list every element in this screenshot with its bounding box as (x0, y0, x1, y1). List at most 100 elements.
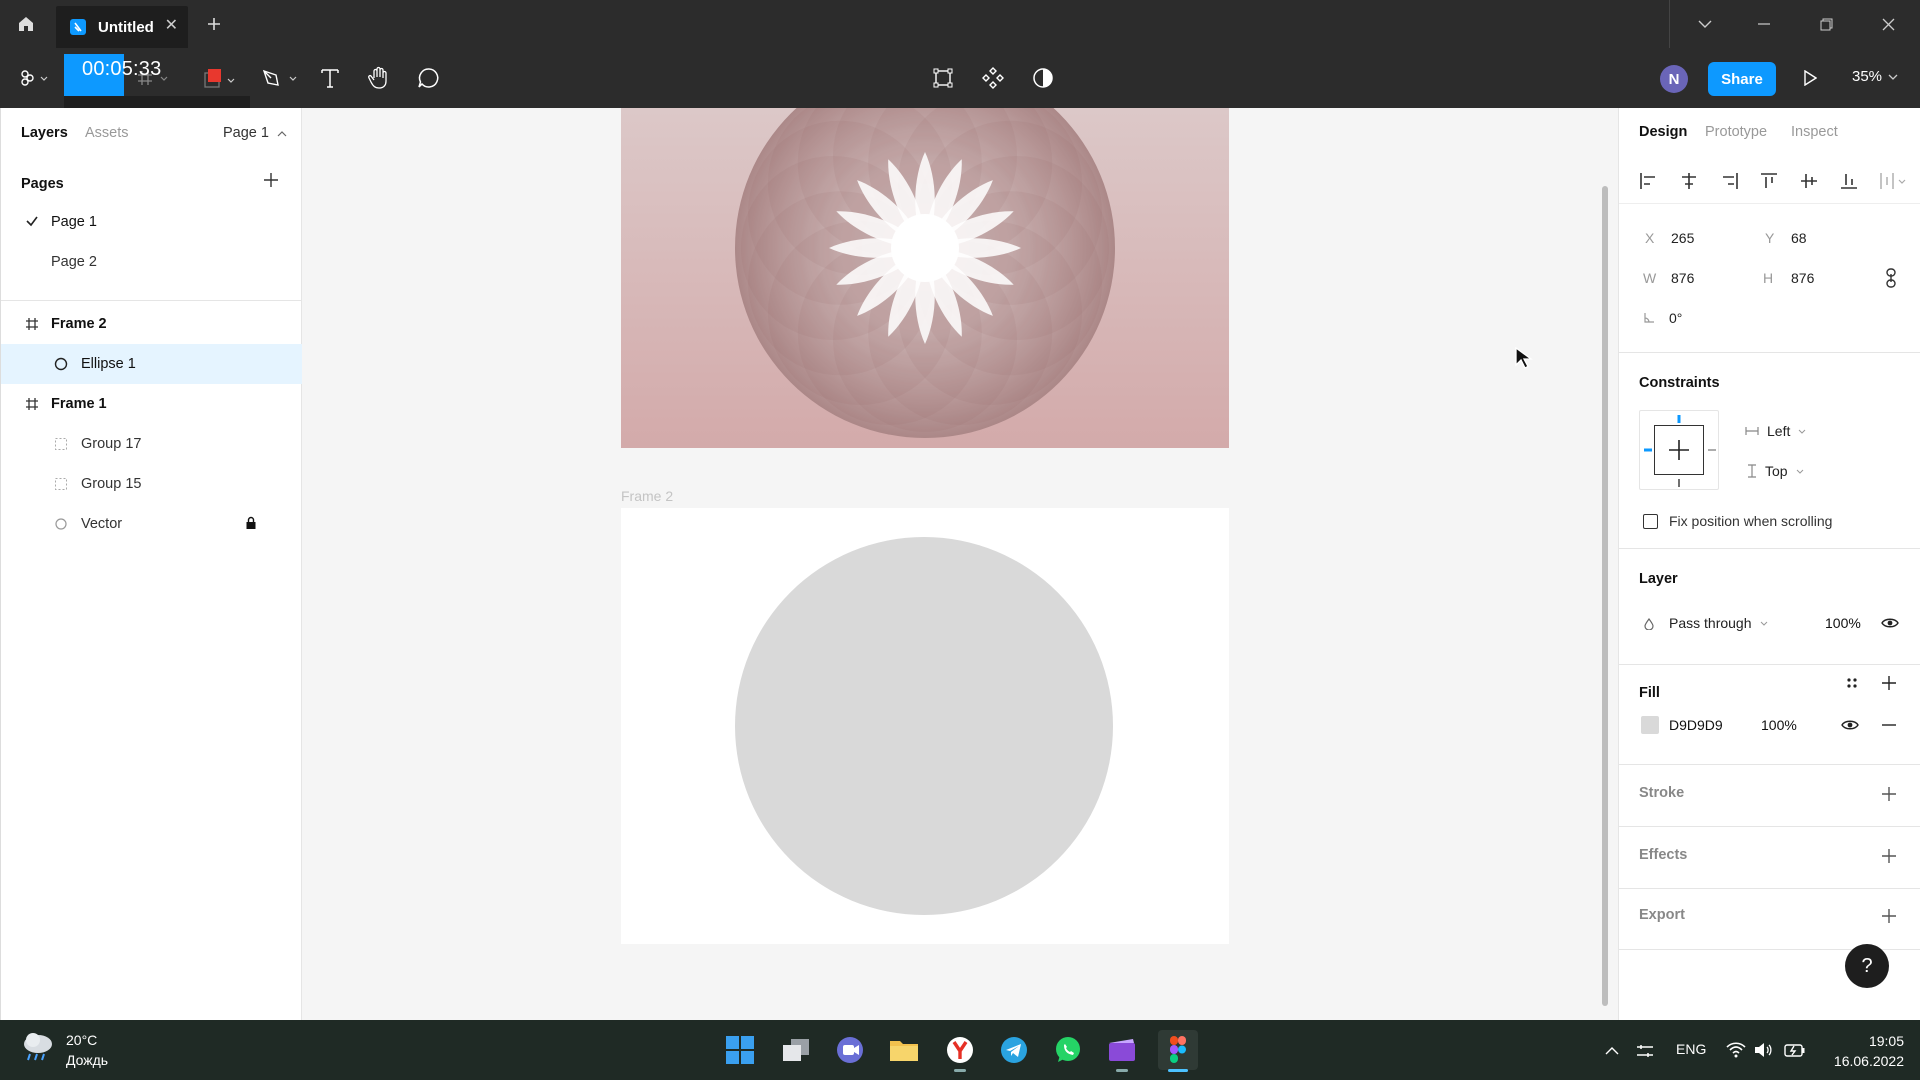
system-clock[interactable]: 19:05 16.06.2022 (1824, 1031, 1904, 1071)
design-panel: Design Prototype Inspect X 265 Y 68 W 876 H… (1618, 108, 1920, 1020)
hand-tool-icon[interactable] (364, 62, 394, 94)
add-export-icon[interactable] (1881, 908, 1897, 924)
blend-mode-icon (1644, 618, 1654, 630)
minimize-icon[interactable] (1733, 0, 1795, 48)
style-grid-icon[interactable] (1845, 676, 1859, 690)
horizontal-constraint-value: Left (1767, 423, 1791, 439)
whatsapp-icon[interactable] (1048, 1030, 1088, 1070)
wifi-icon[interactable] (1726, 1042, 1746, 1058)
divider (1, 300, 303, 301)
figma-app-icon[interactable] (1158, 1030, 1198, 1072)
tab-prototype[interactable]: Prototype (1705, 124, 1767, 140)
horizontal-constraint-select[interactable]: Left (1745, 423, 1806, 439)
layer-row-ellipse-1[interactable]: Ellipse 1 (1, 344, 302, 384)
layer-row-vector[interactable]: Vector (1, 504, 302, 544)
vertical-constraint-value: Top (1765, 463, 1788, 479)
layer-opacity[interactable]: 100% (1825, 615, 1861, 631)
comment-tool-icon[interactable] (414, 62, 444, 94)
w-label: W (1643, 270, 1657, 286)
canvas[interactable]: Frame 2 (302, 108, 1618, 1020)
language-indicator[interactable]: ENG (1676, 1041, 1706, 1057)
constrain-proportions-icon[interactable] (1885, 268, 1897, 288)
fix-position-checkbox[interactable] (1643, 514, 1658, 529)
vertical-scrollbar[interactable] (1602, 186, 1608, 1006)
tab-inspect[interactable]: Inspect (1791, 124, 1838, 140)
eye-icon[interactable] (1881, 617, 1899, 629)
home-icon[interactable] (0, 0, 52, 48)
frame-2-label[interactable]: Frame 2 (621, 488, 673, 504)
add-stroke-icon[interactable] (1881, 786, 1897, 802)
tab-design[interactable]: Design (1639, 124, 1687, 140)
close-tab-icon[interactable]: ✕ (165, 18, 178, 34)
page-item-page-1[interactable]: Page 1 (1, 204, 303, 240)
weather-widget[interactable]: 20°C Дождь (20, 1030, 108, 1068)
effects-section: Effects (1619, 826, 1920, 888)
pen-tool-icon[interactable] (258, 62, 302, 94)
remove-fill-icon[interactable] (1881, 723, 1897, 727)
help-button[interactable]: ? (1845, 944, 1889, 988)
distribute-icon[interactable] (1879, 172, 1909, 190)
layer-label: Vector (81, 516, 123, 532)
volume-icon[interactable] (1754, 1042, 1772, 1058)
components-icon[interactable] (978, 62, 1008, 94)
main-menu-icon[interactable] (16, 62, 52, 94)
add-page-icon[interactable] (263, 172, 283, 192)
teams-chat-icon[interactable] (830, 1030, 870, 1070)
file-explorer-icon[interactable] (884, 1030, 924, 1070)
layer-row-group-15[interactable]: Group 15 (1, 464, 302, 504)
start-icon[interactable] (720, 1030, 760, 1070)
eye-icon[interactable] (1841, 719, 1859, 731)
frame-1[interactable] (621, 108, 1229, 448)
layer-label: Group 17 (81, 436, 142, 452)
add-fill-icon[interactable] (1881, 675, 1897, 691)
blend-mode-select[interactable]: Pass through (1669, 615, 1768, 631)
pen-settings-icon[interactable] (1636, 1044, 1654, 1058)
page-item-page-2[interactable]: Page 2 (1, 244, 303, 280)
ellipse-1[interactable] (735, 537, 1113, 915)
align-left-icon[interactable] (1639, 172, 1659, 190)
tab-layers[interactable]: Layers (21, 125, 68, 141)
align-center-horizontal-icon[interactable] (1679, 172, 1699, 190)
share-button[interactable]: Share (1708, 62, 1776, 96)
close-window-icon[interactable] (1857, 0, 1919, 48)
layer-row-frame-1[interactable]: Frame 1 (1, 384, 302, 424)
tab-assets[interactable]: Assets (85, 125, 129, 141)
chevron-up-icon[interactable] (1604, 1046, 1620, 1056)
avatar[interactable]: N (1660, 65, 1688, 93)
video-editor-icon[interactable] (1102, 1030, 1142, 1072)
task-view-icon[interactable] (776, 1030, 816, 1070)
chevron-down-icon[interactable] (1674, 0, 1736, 48)
battery-icon[interactable] (1784, 1042, 1806, 1058)
telegram-icon[interactable] (994, 1030, 1034, 1070)
layer-row-group-17[interactable]: Group 17 (1, 424, 302, 464)
new-tab-button[interactable] (202, 12, 226, 36)
restore-icon[interactable] (1795, 0, 1857, 48)
align-bottom-icon[interactable] (1839, 172, 1859, 190)
contrast-icon[interactable] (1028, 62, 1058, 94)
fill-hex[interactable]: D9D9D9 (1669, 717, 1723, 733)
align-center-vertical-icon[interactable] (1799, 172, 1819, 190)
blend-mode-value: Pass through (1669, 615, 1752, 631)
lock-icon[interactable] (245, 516, 257, 535)
vertical-constraint-select[interactable]: Top (1747, 463, 1804, 479)
align-top-icon[interactable] (1759, 172, 1779, 190)
fill-color-swatch[interactable] (1641, 716, 1659, 734)
zoom-dropdown[interactable]: 35% (1852, 68, 1898, 85)
frame-2[interactable] (621, 508, 1229, 944)
shape-tool-icon[interactable] (200, 62, 240, 94)
layer-row-frame-2[interactable]: Frame 2 (1, 304, 302, 344)
constraint-widget[interactable] (1639, 410, 1719, 490)
yandex-browser-icon[interactable] (940, 1030, 980, 1072)
tab-untitled[interactable]: Untitled ✕ (56, 6, 188, 48)
windows-taskbar: 20°C Дождь ENG 19:05 16.06.2022 (0, 1020, 1920, 1080)
toolbar: 00:05:33 N Share 35% (0, 48, 1920, 108)
component-frame-icon[interactable] (928, 62, 958, 94)
fill-opacity[interactable]: 100% (1761, 717, 1797, 733)
align-right-icon[interactable] (1719, 172, 1739, 190)
add-effect-icon[interactable] (1881, 848, 1897, 864)
text-tool-icon[interactable] (316, 62, 344, 94)
present-icon[interactable] (1796, 62, 1824, 94)
page-label: Page 1 (51, 214, 97, 230)
fill-title: Fill (1639, 685, 1660, 701)
page-selector[interactable]: Page 1 (223, 125, 287, 141)
